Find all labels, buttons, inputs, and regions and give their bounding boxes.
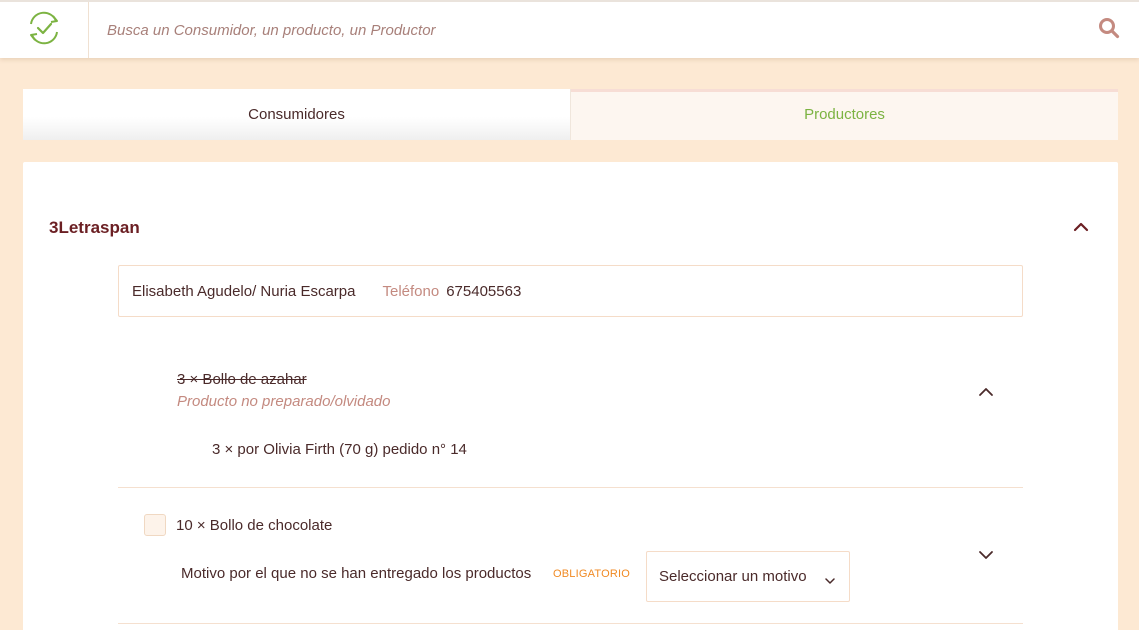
chevron-up-icon: [978, 384, 994, 402]
required-tag: OBLIGATORIO: [553, 568, 630, 580]
tab-bar: Consumidores Productores: [23, 89, 1118, 140]
reason-select-value: Seleccionar un motivo: [659, 568, 807, 585]
top-bar: [0, 0, 1139, 58]
producer-name: 3Letraspan: [49, 218, 140, 237]
contact-name: Elisabeth Agudelo/ Nuria Escarpa: [132, 282, 356, 300]
phone-label: Teléfono: [382, 282, 440, 300]
reason-label: Motivo por el que no se han entregado lo…: [181, 565, 532, 582]
tab-consumidores[interactable]: Consumidores: [23, 89, 571, 140]
collapse-item-button[interactable]: [977, 387, 995, 399]
item-checkbox[interactable]: [144, 514, 166, 536]
recycle-check-icon: [23, 10, 65, 51]
expand-item-button[interactable]: [977, 550, 995, 562]
producer-card: 3Letraspan Elisabeth Agudelo/ Nuria Esca…: [23, 162, 1118, 630]
chevron-down-icon: [825, 572, 835, 589]
search-input[interactable]: [89, 2, 1079, 58]
reason-select[interactable]: Seleccionar un motivo: [646, 551, 850, 602]
item-reason: Producto no preparado/olvidado: [177, 393, 391, 410]
item-title: 3 × Bollo de azahar: [177, 371, 307, 388]
phone-number: 675405563: [446, 282, 522, 300]
divider: [118, 487, 1023, 488]
search-icon: [1098, 17, 1120, 44]
chevron-up-icon: [1073, 219, 1089, 237]
tab-productores[interactable]: Productores: [571, 89, 1118, 140]
search-button[interactable]: [1079, 2, 1139, 58]
divider: [118, 623, 1023, 624]
collapse-producer-button[interactable]: [1072, 222, 1090, 234]
item-title: 10 × Bollo de chocolate: [176, 517, 333, 534]
contact-info: Elisabeth Agudelo/ Nuria Escarpa Teléfon…: [118, 265, 1023, 317]
chevron-down-icon: [978, 547, 994, 565]
item-order-detail: 3 × por Olivia Firth (70 g) pedido n° 14: [212, 441, 467, 458]
logo[interactable]: [0, 2, 89, 58]
